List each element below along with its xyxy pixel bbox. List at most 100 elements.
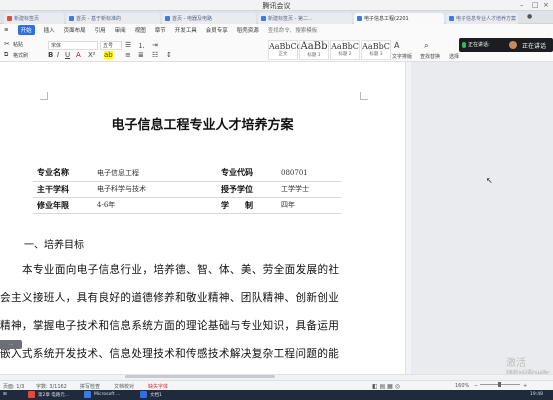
style-heading-2[interactable]: AaBbC 标题 2 <box>330 40 360 60</box>
command-search[interactable]: 查找命令、搜索模板 <box>268 26 318 34</box>
zoom-in-icon[interactable]: + <box>523 383 527 389</box>
format-painter-button[interactable]: 格式刷 <box>13 52 28 59</box>
menu-chapter[interactable]: 章节 <box>155 26 166 34</box>
tab-favicon-icon <box>165 16 170 21</box>
word-count[interactable]: 字数: 3/1162 <box>36 383 67 390</box>
list-icon[interactable]: ☰ <box>125 41 131 49</box>
cut-icon[interactable]: ✂ <box>4 40 10 48</box>
tab-favicon-icon <box>449 16 454 21</box>
minimize-icon[interactable]: – <box>520 1 524 9</box>
close-icon[interactable]: × <box>543 1 549 9</box>
menu-member[interactable]: 会员专享 <box>206 26 228 34</box>
menu-docer[interactable]: 稻壳资源 <box>237 26 259 34</box>
numbered-list-icon[interactable]: ⒈ <box>138 41 145 51</box>
style-heading-1[interactable]: AaBb 标题 1 <box>299 40 329 60</box>
copy-icon[interactable]: ⧉ <box>4 51 8 59</box>
tab-3[interactable]: 首页 - 电器及电路 <box>162 13 256 24</box>
taskbar-app-icon[interactable] <box>84 391 91 398</box>
floating-tool-button[interactable]: ⋯ <box>0 340 22 349</box>
bold-icon[interactable]: B <box>48 51 53 59</box>
align-center-icon[interactable]: ≣ <box>138 51 144 59</box>
text-tools-icon[interactable]: A <box>394 41 399 50</box>
align-justify-icon[interactable]: ☷ <box>152 51 158 59</box>
more-icon: ⋯ <box>9 342 13 347</box>
zoom-out-icon[interactable]: − <box>474 383 478 389</box>
find-replace-button[interactable]: 查找替换 <box>420 53 440 60</box>
document-title: 电子信息工程专业人才培养方案 <box>111 118 294 133</box>
scrollbar-thumb[interactable] <box>125 375 275 378</box>
tab-4[interactable]: 新建标签页 - 第二... <box>258 13 352 24</box>
table-cell: 授予学位 <box>217 181 277 198</box>
taskbar: ⊞ 第2章 电路元... Microsoft ... 文档1 19:48 <box>0 390 553 400</box>
taskbar-app-icon[interactable] <box>28 391 35 398</box>
text-tools-button[interactable]: 文字排版 <box>392 53 412 60</box>
menu-developer[interactable]: 开发工具 <box>175 26 197 34</box>
margin-mark <box>360 92 368 100</box>
section-heading: 一、培养目标 <box>24 240 84 251</box>
taskbar-item[interactable]: 文档1 <box>150 392 162 398</box>
avatar[interactable]: ● <box>527 13 532 20</box>
taskbar-clock: 19:48 <box>530 392 543 397</box>
superscript-icon[interactable]: X² <box>88 51 96 59</box>
info-table: 专业名称 电子信息工程 专业代码 080701 主干学科 电子科学与技术 授予学… <box>33 165 341 214</box>
tab-2[interactable]: 首页 - 基于新标准的 <box>66 13 160 24</box>
table-row: 主干学科 电子科学与技术 授予学位 工学学士 <box>33 181 341 198</box>
select-button[interactable]: 选择 <box>449 53 459 60</box>
view-mode-icon[interactable]: ◧ ▤ ▦ ◎ <box>372 383 400 390</box>
browser-tab-strip: 新建标签页 首页 - 基于新标准的 首页 - 电器及电路 新建标签页 - 第二.… <box>0 11 553 24</box>
menu-references[interactable]: 引用 <box>95 26 106 34</box>
search-icon[interactable]: ⌕ <box>424 41 428 51</box>
font-name-select[interactable]: 宋体 <box>48 41 98 50</box>
vertical-scrollbar[interactable] <box>405 62 411 374</box>
start-icon[interactable]: ⊞ <box>3 392 7 397</box>
meeting-title: 腾讯会议 <box>262 2 291 10</box>
align-left-icon[interactable]: ≡ <box>125 51 131 59</box>
tab-1[interactable]: 新建标签页 <box>4 13 64 24</box>
maximize-icon[interactable]: □ <box>532 1 539 9</box>
doc-proofread-button[interactable]: 文档校对 <box>114 383 134 390</box>
menu-review[interactable]: 审阅 <box>115 26 126 34</box>
table-cell: 专业代码 <box>217 165 277 182</box>
paste-button[interactable]: 粘贴 <box>13 41 23 48</box>
table-row: 修业年限 4-6年 学 制 四年 <box>33 197 341 214</box>
tab-favicon-icon <box>357 16 362 21</box>
line-spacing-icon[interactable]: ↕ <box>166 51 172 59</box>
paragraph-line: 会主义接班人，具有良好的道德修养和敬业精神、团队精神、创新创业 <box>0 292 340 304</box>
menu-layout[interactable]: 页面布局 <box>64 26 86 34</box>
missing-font-button[interactable]: 缺失字体 <box>148 383 168 390</box>
underline-icon[interactable]: U <box>65 51 70 59</box>
style-heading-3[interactable]: AaBbC 标题 3 <box>361 40 391 60</box>
taskbar-item[interactable]: Microsoft ... <box>94 392 120 397</box>
hamburger-icon[interactable]: ≡ <box>4 27 9 33</box>
spell-check-button[interactable]: 拼写检查 <box>80 383 100 390</box>
zoom-slider-handle[interactable] <box>498 382 501 387</box>
indent-icon[interactable]: ⇥ <box>152 41 158 49</box>
page-indicator[interactable]: 页面: 1/3 <box>3 383 24 390</box>
taskbar-item[interactable]: 第2章 电路元... <box>38 392 69 398</box>
status-bar: 页面: 1/3 字数: 3/1162 拼写检查 文档校对 缺失字体 ◧ ▤ ▦ … <box>0 380 553 390</box>
microphone-icon <box>462 42 466 48</box>
paragraph-line: 本专业面向电子信息行业，培养德、智、体、美、劳全面发展的社 <box>22 264 340 276</box>
taskbar-app-icon[interactable] <box>140 391 147 398</box>
font-color-icon[interactable]: A <box>76 51 81 59</box>
menu-view[interactable]: 视图 <box>135 26 146 34</box>
zoom-level[interactable]: 160% <box>455 383 469 389</box>
italic-icon[interactable]: I <box>57 51 59 59</box>
menu-start[interactable]: 开始 <box>17 25 35 35</box>
ribbon-menu: ≡ 开始 插入 页面布局 引用 审阅 视图 章节 开发工具 会员专享 稻壳资源 … <box>0 24 553 36</box>
font-size-select[interactable]: 五号 <box>100 41 122 50</box>
speaking-notification: 正在讲话: 正在讲话 <box>459 38 553 52</box>
tab-6[interactable]: 电子信息专业人才培养方案 <box>446 13 518 24</box>
speaking-label: 正在讲话: <box>468 42 490 48</box>
table-cell: 工学学士 <box>277 181 341 198</box>
menu-insert[interactable]: 插入 <box>44 26 55 34</box>
style-normal[interactable]: AaBbCcDd 正文 <box>268 40 313 60</box>
tab-favicon-icon <box>69 16 74 21</box>
mouse-cursor-icon: ↖ <box>486 176 493 185</box>
meeting-title-bar: 腾讯会议 – □ × <box>0 0 553 11</box>
table-cell: 4-6年 <box>93 197 217 214</box>
tab-5[interactable]: 电子信息工程(2201 <box>354 13 444 24</box>
speaker-avatar <box>509 41 517 49</box>
highlight-icon[interactable]: ab <box>104 51 113 59</box>
table-cell: 电子科学与技术 <box>93 181 217 198</box>
